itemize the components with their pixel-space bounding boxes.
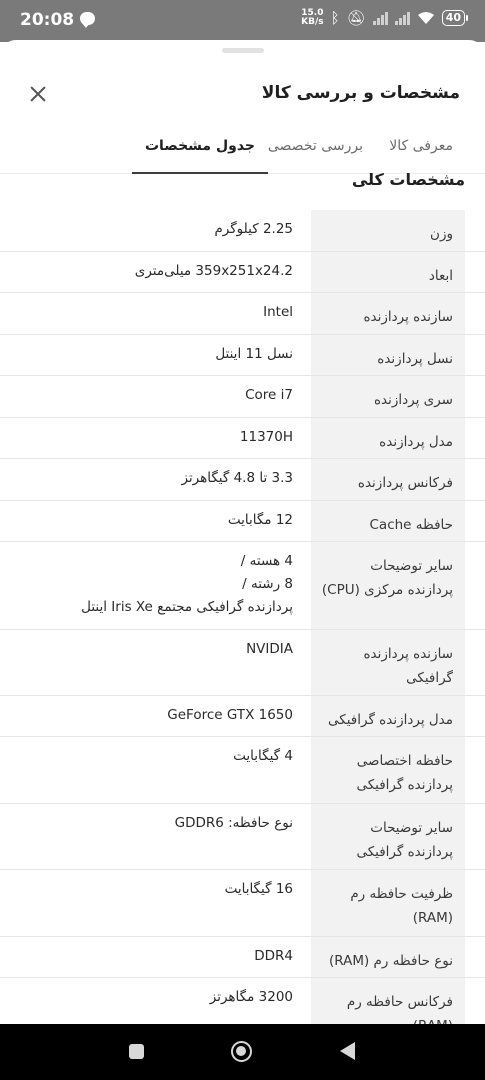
tab-bar: معرفی کالا بررسی تخصصی جدول مشخصات xyxy=(0,128,485,174)
spec-label: سایر توضیحات پردازنده مرکزی (CPU) xyxy=(311,542,465,629)
spec-label: نسل پردازنده xyxy=(311,335,465,375)
spec-value: GeForce GTX 1650 xyxy=(167,707,293,723)
spec-row: نسل پردازنده نسل 11 اینتل xyxy=(0,335,485,376)
spec-value: NVIDIA xyxy=(246,641,293,657)
system-nav-bar xyxy=(0,1024,485,1080)
spec-label: سازنده پردازنده گرافیکی xyxy=(311,630,465,695)
spec-row: سایر توضیحات پردازنده مرکزی (CPU) 4 هسته… xyxy=(0,542,485,630)
back-icon[interactable] xyxy=(340,1042,355,1060)
spec-label: حافظه اختصاصی پردازنده گرافیکی xyxy=(311,737,465,803)
recents-icon[interactable] xyxy=(129,1044,144,1059)
spec-value: 3.3 تا 4.8 گیگاهرتز xyxy=(181,470,293,486)
spec-label: وزن xyxy=(311,210,465,251)
spec-value: نسل 11 اینتل xyxy=(215,346,293,362)
wifi-icon xyxy=(417,11,435,25)
specs-table: وزن 2.25 کیلوگرم ابعاد 359x251x24.2 میلی… xyxy=(0,210,485,1024)
tab-expert-review[interactable]: بررسی تخصصی xyxy=(268,128,363,174)
spec-row: سازنده پردازنده Intel xyxy=(0,293,485,335)
spec-value: 359x251x24.2 میلی‌متری xyxy=(134,263,293,279)
tab-introduction[interactable]: معرفی کالا xyxy=(389,128,453,174)
spec-label: مدل پردازنده xyxy=(311,418,465,458)
spec-value: DDR4 xyxy=(254,948,293,964)
spec-value: 2.25 کیلوگرم xyxy=(214,221,293,237)
spec-row: سری پردازنده Core i7 xyxy=(0,376,485,418)
spec-value: 4 هسته / 8 رشته / پردازنده گرافیکی مجتمع… xyxy=(81,553,293,615)
cell-signal-icon xyxy=(372,11,388,25)
drag-handle[interactable] xyxy=(222,48,264,53)
spec-row: حافظه اختصاصی پردازنده گرافیکی 4 گیگابای… xyxy=(0,737,485,804)
spec-row: حافظه Cache 12 مگابایت xyxy=(0,501,485,542)
spec-label: فرکانس حافظه رم (RAM) xyxy=(311,978,465,1024)
product-specs-sheet: مشخصات و بررسی کالا معرفی کالا بررسی تخص… xyxy=(0,40,485,1024)
spec-label: مدل پردازنده گرافیکی xyxy=(311,696,465,736)
spec-row: وزن 2.25 کیلوگرم xyxy=(0,210,485,252)
status-time: 20:08 xyxy=(20,10,75,30)
home-icon[interactable] xyxy=(231,1041,252,1062)
spec-value: 12 مگابایت xyxy=(227,512,293,528)
cell-signal-2-icon xyxy=(394,11,410,25)
bluetooth-icon: ᛒ xyxy=(330,9,340,27)
spec-row: مدل پردازنده گرافیکی GeForce GTX 1650 xyxy=(0,696,485,737)
status-icons: 15.0 KB/s ᛒ 🔕︎ 40 xyxy=(301,8,469,27)
message-notification-icon xyxy=(80,12,95,28)
spec-value: Core i7 xyxy=(245,387,293,403)
spec-row: ظرفیت حافظه رم (RAM) 16 گیگابایت xyxy=(0,870,485,937)
spec-value: 4 گیگابایت xyxy=(233,748,293,764)
spec-row: مدل پردازنده 11370H xyxy=(0,418,485,459)
spec-row: سازنده پردازنده گرافیکی NVIDIA xyxy=(0,630,485,696)
spec-label: ابعاد xyxy=(311,252,465,292)
spec-row: فرکانس پردازنده 3.3 تا 4.8 گیگاهرتز xyxy=(0,459,485,501)
sheet-title: مشخصات و بررسی کالا xyxy=(261,83,460,103)
spec-label: سری پردازنده xyxy=(311,376,465,417)
spec-value: 16 گیگابایت xyxy=(224,881,293,897)
status-bar: 20:08 15.0 KB/s ᛒ 🔕︎ 40 xyxy=(0,0,485,42)
spec-label: سازنده پردازنده xyxy=(311,293,465,334)
spec-row: فرکانس حافظه رم (RAM) 3200 مگاهرتز xyxy=(0,978,485,1024)
spec-row: نوع حافظه رم (RAM) DDR4 xyxy=(0,937,485,978)
spec-label: ظرفیت حافظه رم (RAM) xyxy=(311,870,465,936)
battery-icon: 40 xyxy=(441,10,469,26)
network-speed: 15.0 KB/s xyxy=(301,8,324,27)
sheet-header: مشخصات و بررسی کالا xyxy=(0,70,485,120)
spec-label: نوع حافظه رم (RAM) xyxy=(311,937,465,977)
spec-value: 3200 مگاهرتز xyxy=(209,989,293,1005)
spec-value: نوع حافظه: GDDR6 xyxy=(174,815,293,831)
spec-value: Intel xyxy=(263,304,293,320)
spec-label: فرکانس پردازنده xyxy=(311,459,465,500)
section-title: مشخصات کلی xyxy=(351,170,465,189)
close-icon[interactable] xyxy=(26,82,50,106)
spec-label: سایر توضیحات پردازنده گرافیکی xyxy=(311,804,465,869)
mute-bell-icon: 🔕︎ xyxy=(346,9,366,27)
tab-specifications[interactable]: جدول مشخصات xyxy=(131,128,269,174)
spec-row: ابعاد 359x251x24.2 میلی‌متری xyxy=(0,252,485,293)
spec-value: 11370H xyxy=(239,429,293,445)
spec-row: سایر توضیحات پردازنده گرافیکی نوع حافظه:… xyxy=(0,804,485,870)
spec-label: حافظه Cache xyxy=(311,501,465,541)
